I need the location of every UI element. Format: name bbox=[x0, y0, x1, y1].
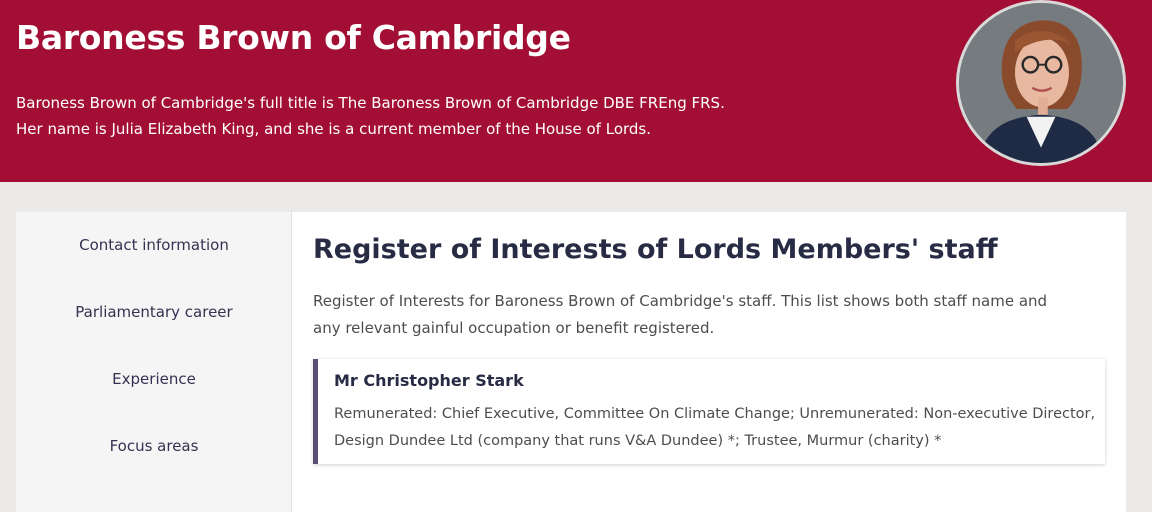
nav-item-focus-areas[interactable]: Focus areas bbox=[16, 437, 292, 455]
staff-card: Mr Christopher Stark Remunerated: Chief … bbox=[313, 359, 1105, 464]
nav-item-contact-information[interactable]: Contact information bbox=[16, 236, 292, 254]
section-intro: Register of Interests for Baroness Brown… bbox=[313, 292, 1048, 337]
nav-item-experience[interactable]: Experience bbox=[16, 370, 292, 388]
section-navigation: Contact information Parliamentary career… bbox=[16, 212, 292, 512]
staff-name: Mr Christopher Stark bbox=[334, 371, 524, 390]
staff-interests: Remunerated: Chief Executive, Committee … bbox=[334, 406, 1096, 449]
main-panel: Contact information Parliamentary career… bbox=[16, 212, 1126, 512]
nav-item-parliamentary-career[interactable]: Parliamentary career bbox=[16, 303, 292, 321]
section-heading: Register of Interests of Lords Members' … bbox=[313, 234, 998, 265]
portrait-image bbox=[959, 3, 1123, 163]
page-title: Baroness Brown of Cambridge bbox=[16, 18, 571, 57]
member-portrait bbox=[956, 0, 1126, 166]
member-description: Baroness Brown of Cambridge's full title… bbox=[16, 94, 725, 138]
profile-banner: Baroness Brown of Cambridge Baroness Bro… bbox=[0, 0, 1152, 182]
